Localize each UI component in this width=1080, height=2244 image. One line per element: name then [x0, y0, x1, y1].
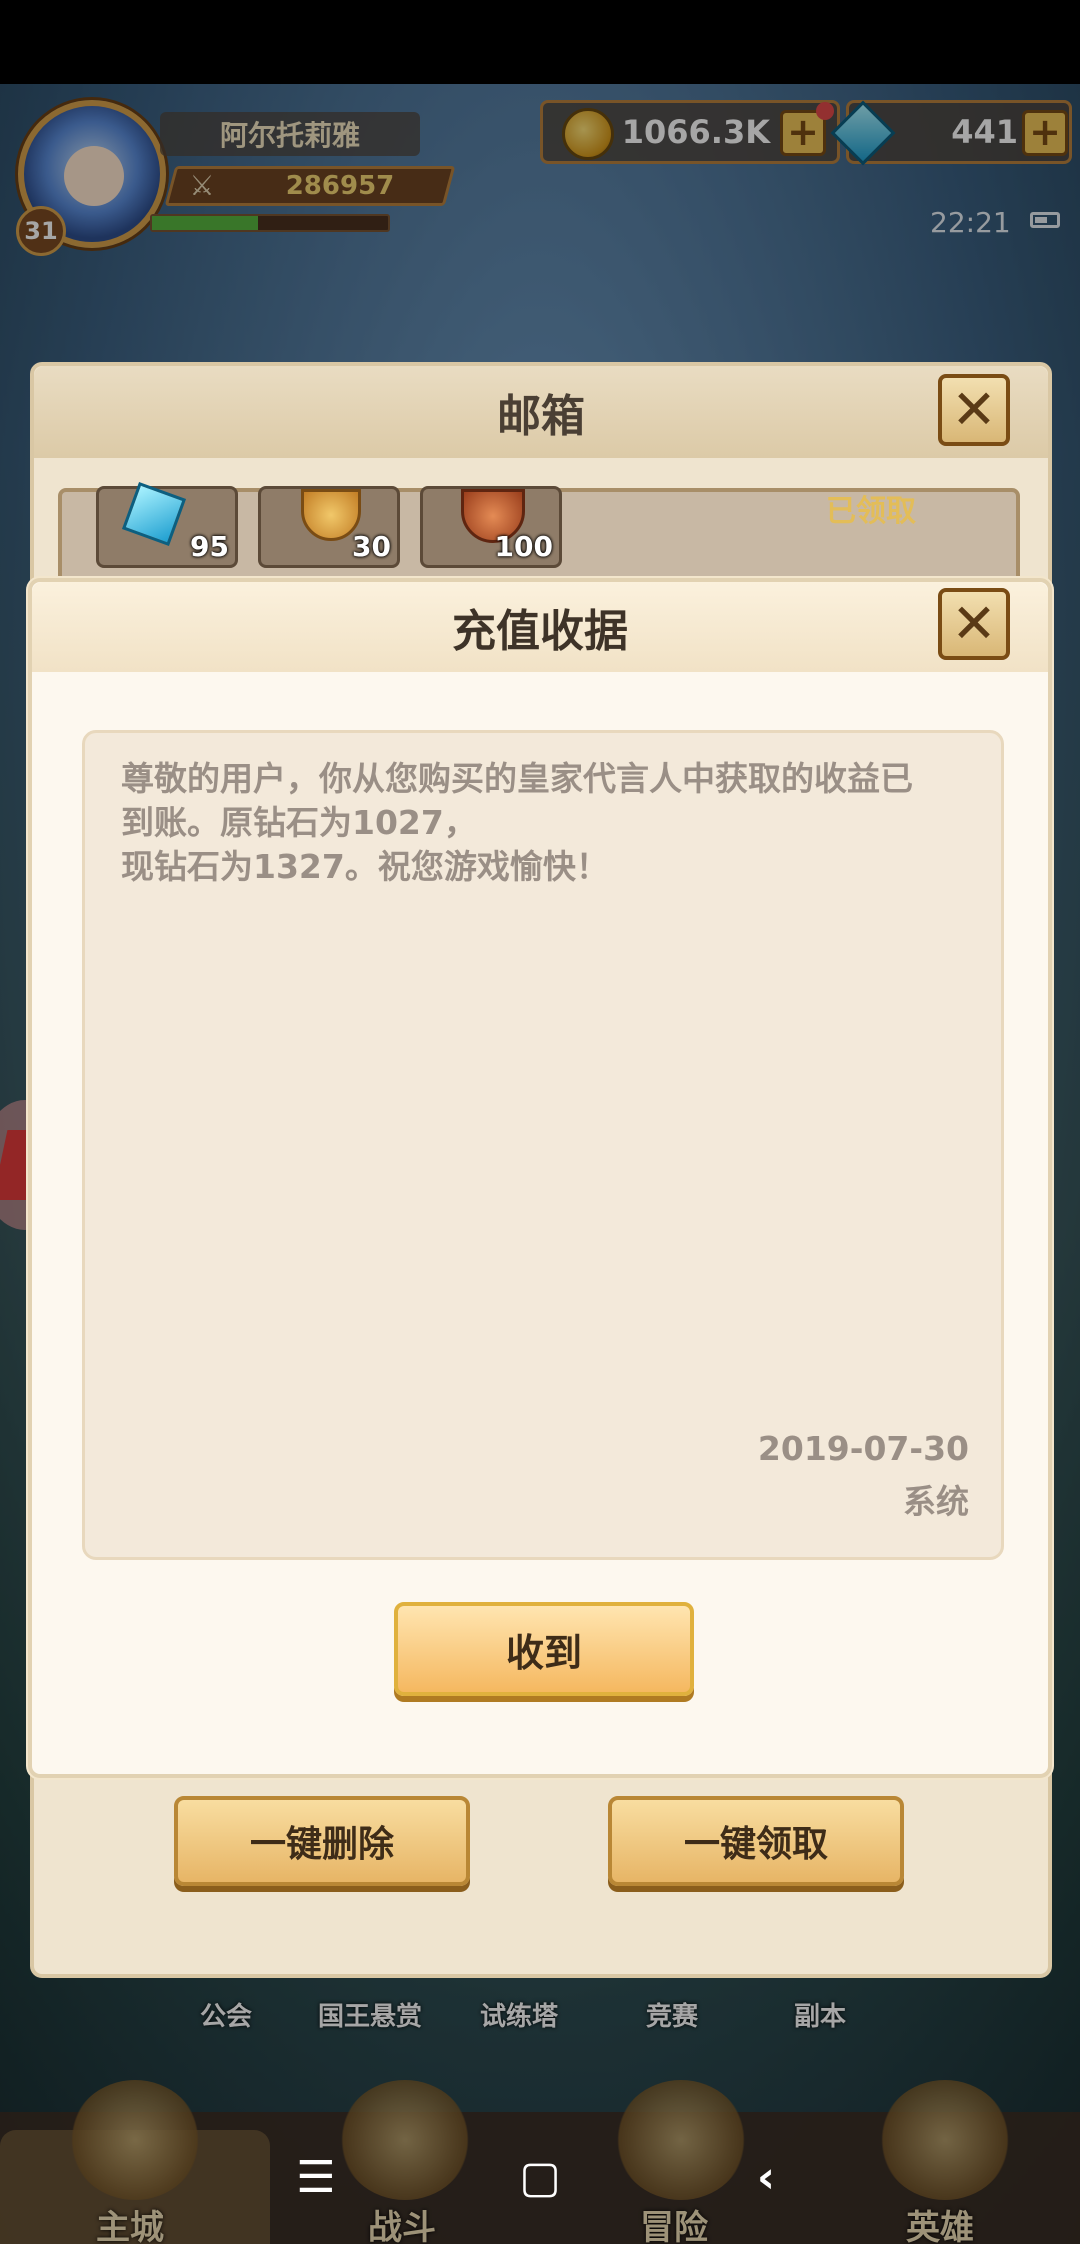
status-bar — [0, 0, 1080, 84]
receipt-title: 充值收据 — [32, 582, 1048, 672]
claimed-stamp: 已领取 — [826, 494, 916, 529]
home-icon[interactable]: ▢ — [510, 2148, 570, 2208]
reward-count: 100 — [494, 530, 553, 563]
receipt-close-button[interactable]: ✕ — [938, 588, 1010, 660]
message-body: 尊敬的用户，你从您购买的皇家代言人中获取的收益已 到账。原钻石为1027， 现钻… — [121, 759, 913, 886]
menu-icon[interactable]: ☰ — [286, 2148, 346, 2208]
message-box: 尊敬的用户，你从您购买的皇家代言人中获取的收益已 到账。原钻石为1027， 现钻… — [82, 730, 1004, 1560]
delete-all-button[interactable]: 一键删除 — [174, 1796, 470, 1886]
reward-slot-medal: 30 — [258, 486, 400, 568]
reward-count: 95 — [190, 530, 229, 563]
reward-slot-gem: 95 — [96, 481, 238, 568]
message-sender: 系统 — [903, 1482, 969, 1521]
reward-count: 30 — [352, 530, 391, 563]
claim-all-button[interactable]: 一键领取 — [608, 1796, 904, 1886]
recharge-receipt-dialog: 充值收据 ✕ 尊敬的用户，你从您购买的皇家代言人中获取的收益已 到账。原钻石为1… — [28, 578, 1052, 1778]
back-icon[interactable]: ‹ — [736, 2148, 796, 2208]
receive-button[interactable]: 收到 — [394, 1602, 694, 1696]
message-date: 2019-07-30 — [757, 1429, 969, 1468]
game-screen: 31 阿尔托莉雅 ⚔ 286957 1066.3K + 441 + 22:21 … — [0, 0, 1080, 2244]
system-nav-bar: ☰ ▢ ‹ — [270, 2140, 810, 2220]
gem-icon — [121, 481, 187, 547]
reward-slot-ore: 100 — [420, 486, 562, 568]
mailbox-close-button[interactable]: ✕ — [938, 374, 1010, 446]
mailbox-title: 邮箱 — [34, 366, 1048, 458]
